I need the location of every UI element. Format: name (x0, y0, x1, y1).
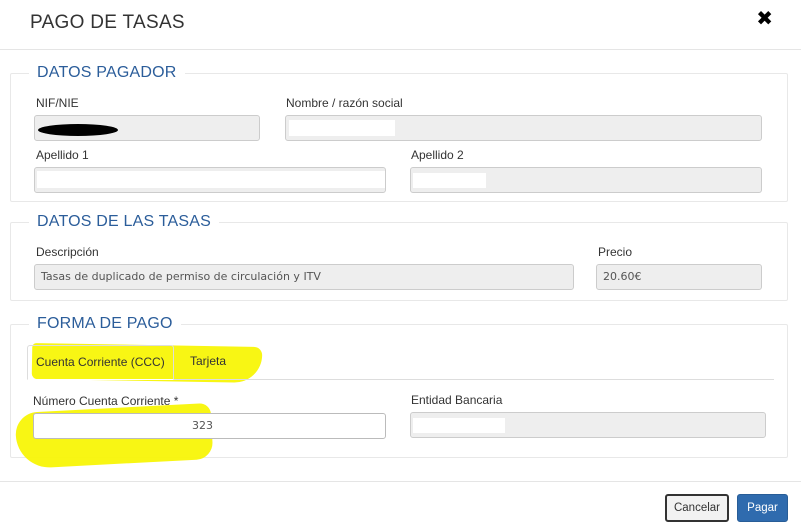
nombre-label: Nombre / razón social (286, 96, 403, 110)
redaction-mark (38, 124, 118, 136)
redaction-mark (413, 418, 505, 433)
forma-pago-legend: FORMA DE PAGO (37, 315, 173, 332)
redaction-mark (37, 171, 385, 188)
entidad-label: Entidad Bancaria (411, 393, 503, 407)
modal-header: PAGO DE TASAS ✖ (0, 0, 801, 50)
modal-title: PAGO DE TASAS (30, 12, 185, 33)
descripcion-label: Descripción (36, 245, 99, 259)
redaction-mark (289, 120, 395, 136)
precio-label: Precio (598, 245, 633, 259)
apellido1-label: Apellido 1 (36, 148, 89, 162)
apellido2-label: Apellido 2 (411, 148, 464, 162)
descripcion-field[interactable]: Tasas de duplicado de permiso de circula… (34, 264, 574, 290)
precio-field[interactable]: 20.60€ (596, 264, 762, 290)
close-icon[interactable]: ✖ (756, 6, 773, 30)
datos-pagador-legend: DATOS PAGADOR (37, 64, 177, 81)
pay-button[interactable]: Pagar (737, 494, 788, 522)
redaction-mark (413, 173, 486, 188)
tab-tarjeta[interactable]: Tarjeta (182, 345, 242, 380)
nif-label: NIF/NIE (36, 96, 79, 110)
footer-divider (0, 481, 801, 482)
tab-cuenta-corriente[interactable]: Cuenta Corriente (CCC) (27, 345, 174, 380)
datos-tasas-legend: DATOS DE LAS TASAS (37, 213, 212, 230)
cancel-button[interactable]: Cancelar (665, 494, 729, 522)
redaction-mark (36, 418, 188, 434)
